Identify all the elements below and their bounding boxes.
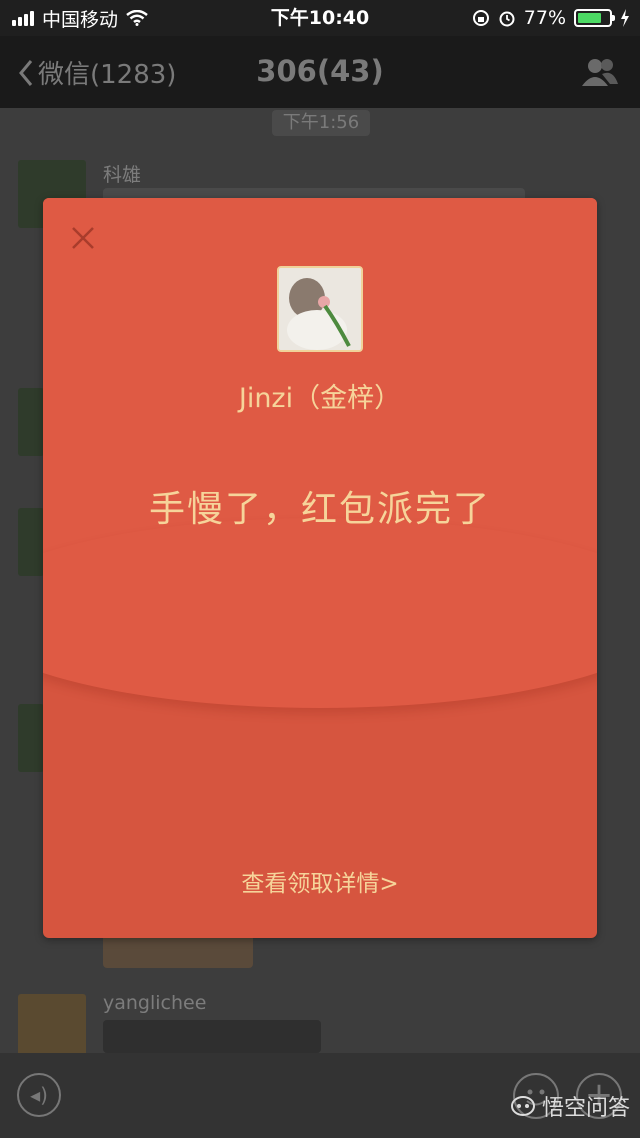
close-icon[interactable] bbox=[69, 224, 97, 252]
wukong-logo-icon bbox=[511, 1096, 535, 1116]
image-message[interactable] bbox=[103, 1020, 321, 1053]
red-packet-modal: Jinzi（金梓） 手慢了，红包派完了 查看领取详情> bbox=[43, 198, 597, 938]
alarm-icon bbox=[499, 11, 515, 27]
sender-name: Jinzi（金梓） bbox=[238, 383, 402, 414]
watermark: 悟空问答 bbox=[510, 1090, 630, 1122]
nav-bar: 微信(1283) 306(43) bbox=[0, 36, 640, 108]
sender-name: 科雄 bbox=[103, 164, 142, 186]
watermark-text: 悟空问答 bbox=[542, 1096, 631, 1121]
sender-avatar bbox=[277, 266, 363, 352]
avatar[interactable] bbox=[18, 994, 86, 1053]
battery-icon bbox=[574, 9, 615, 27]
packet-message: 手慢了，红包派完了 bbox=[148, 489, 491, 530]
packet-flap bbox=[43, 518, 597, 708]
status-bar: 中国移动 下午10:40 77% bbox=[0, 0, 640, 36]
charging-icon bbox=[621, 9, 629, 27]
avatar[interactable] bbox=[18, 508, 44, 576]
voice-icon[interactable]: ◂) bbox=[17, 1073, 61, 1117]
avatar[interactable] bbox=[18, 704, 44, 772]
avatar[interactable] bbox=[18, 388, 44, 456]
chat-title: 306(43) bbox=[256, 54, 384, 88]
group-members-icon[interactable] bbox=[580, 56, 620, 88]
sender-name: yanglichee bbox=[103, 992, 207, 1014]
timestamp-chip: 下午1:56 bbox=[272, 110, 370, 136]
view-details-link[interactable]: 查看领取详情> bbox=[43, 864, 597, 898]
lock-rotation-icon bbox=[472, 10, 489, 26]
battery-percent: 77% bbox=[523, 7, 566, 29]
